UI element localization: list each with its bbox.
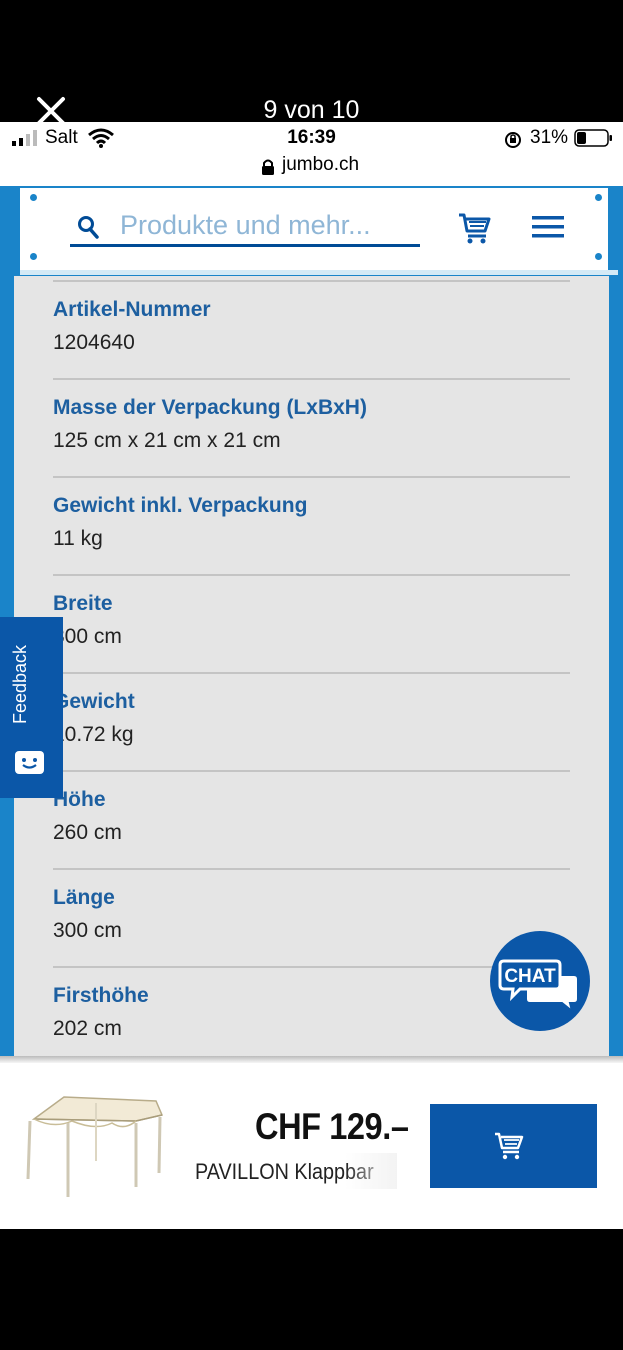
spec-label: Gewicht inkl. Verpackung <box>53 494 308 517</box>
decorative-dot <box>595 253 602 260</box>
product-thumbnail <box>24 1093 164 1206</box>
spec-label: Masse der Verpackung (LxBxH) <box>53 396 367 419</box>
search-underline <box>70 244 420 247</box>
product-price: CHF 129.– <box>255 1106 409 1147</box>
padlock-icon <box>261 158 275 181</box>
header-divider <box>20 270 618 275</box>
divider <box>53 770 570 772</box>
photo-counter: 9 von 10 <box>263 96 360 124</box>
decorative-dot <box>30 194 37 201</box>
url-text[interactable]: jumbo.ch <box>282 154 359 176</box>
spec-value: 125 cm x 21 cm x 21 cm <box>53 429 281 452</box>
divider <box>53 378 570 380</box>
battery-icon <box>574 128 614 153</box>
orientation-lock-icon <box>503 130 523 155</box>
spec-value: 1204640 <box>53 331 135 354</box>
smiley-icon <box>14 750 46 781</box>
search-icon[interactable] <box>76 214 100 245</box>
search-input[interactable] <box>120 206 416 244</box>
spec-label: Gewicht <box>53 690 135 713</box>
spec-label: Artikel-Nummer <box>53 298 211 321</box>
spec-value: 11 kg <box>53 527 103 550</box>
spec-value: 202 cm <box>53 1017 122 1040</box>
spec-label: Breite <box>53 592 113 615</box>
chat-label: CHAT <box>504 966 556 987</box>
text-fade-overlay <box>345 1153 397 1189</box>
divider <box>53 476 570 478</box>
spec-label: Firsthöhe <box>53 984 149 1007</box>
battery-percent: 31% <box>530 127 569 148</box>
divider <box>53 574 570 576</box>
feedback-label: Feedback <box>10 644 30 724</box>
spec-value: 300 cm <box>53 625 122 648</box>
decorative-dot <box>30 253 37 260</box>
divider <box>53 672 570 674</box>
spec-value: 300 cm <box>53 919 122 942</box>
cart-icon[interactable] <box>458 211 492 250</box>
spec-value: 260 cm <box>53 821 122 844</box>
divider <box>53 868 570 870</box>
cart-icon <box>494 1131 526 1166</box>
spec-label: Länge <box>53 886 115 909</box>
divider <box>53 280 570 282</box>
hamburger-menu-icon[interactable] <box>532 216 564 243</box>
spec-value: 10.72 kg <box>53 723 134 746</box>
decorative-dot <box>595 194 602 201</box>
chat-button[interactable]: CHAT <box>490 931 590 1031</box>
